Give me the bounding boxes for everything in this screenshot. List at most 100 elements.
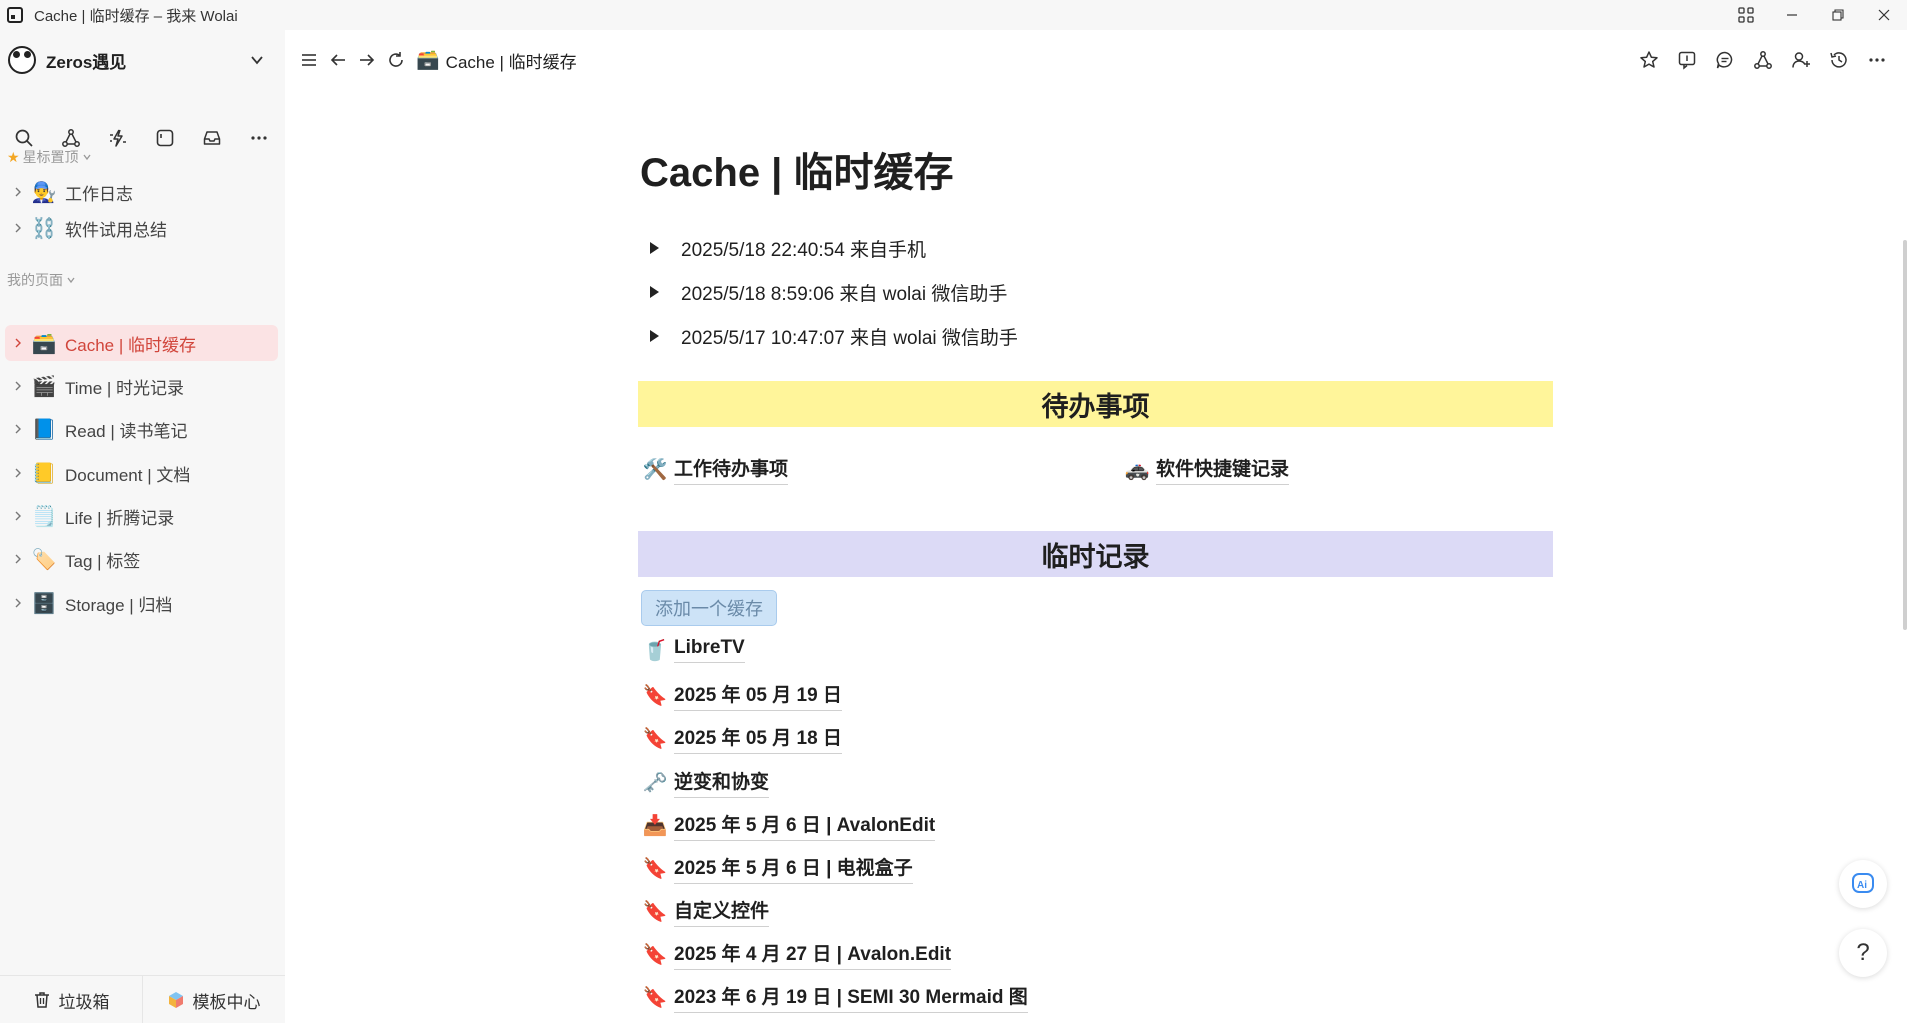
sidebar-item-tag[interactable]: 🏷️ Tag | 标签 — [5, 541, 278, 577]
close-icon[interactable] — [1861, 0, 1907, 30]
temp-records-heading: 临时记录 — [638, 531, 1553, 577]
page-link-record[interactable]: 🔖 2025 年 05 月 19 日 — [642, 680, 842, 711]
pages-section-label[interactable]: 我的页面 — [7, 270, 76, 290]
svg-text:Ai: Ai — [1857, 880, 1867, 891]
bookmark-icon: 🔖 — [642, 685, 668, 707]
toggle-triangle-icon[interactable] — [650, 330, 659, 342]
more-icon[interactable] — [1861, 42, 1893, 78]
star-icon[interactable] — [1633, 42, 1665, 78]
tag-icon: 🏷️ — [31, 548, 57, 571]
file-cabinet-icon: 🗄️ — [31, 592, 57, 615]
workspace-avatar — [8, 46, 36, 74]
sidebar-item-label: Tag | 标签 — [65, 551, 141, 571]
toggle-block[interactable]: 2025/5/18 8:59:06 来自 wolai 微信助手 — [650, 277, 1007, 307]
card-box-icon: 🗃️ — [31, 332, 57, 355]
page-link-record[interactable]: 🔖 自定义控件 — [642, 896, 770, 927]
page-link-record[interactable]: 🥤 LibreTV — [642, 637, 745, 663]
ledger-icon: 📒 — [31, 462, 57, 485]
chevron-right-icon[interactable] — [9, 468, 27, 478]
menu-icon[interactable] — [294, 42, 323, 78]
chevron-right-icon[interactable] — [9, 338, 27, 348]
comment-icon[interactable] — [1709, 42, 1741, 78]
chevron-right-icon[interactable] — [9, 598, 27, 608]
chevron-right-icon[interactable] — [9, 381, 27, 391]
page-link-record[interactable]: 🔖 2025 年 05 月 18 日 — [642, 723, 842, 754]
present-icon[interactable] — [1671, 42, 1703, 78]
clapper-icon: 🎬 — [31, 375, 57, 398]
page-link-record[interactable]: 📥 2025 年 5 月 6 日 | AvalonEdit — [642, 810, 936, 841]
sidebar-item-label: Time | 时光记录 — [65, 378, 185, 398]
scrollbar[interactable] — [1903, 240, 1907, 630]
notepad-icon: 🗒️ — [31, 505, 57, 528]
sidebar-item-label: 工作日志 — [65, 184, 133, 204]
sidebar-footer: 垃圾箱 模板中心 — [0, 975, 285, 1023]
chevron-right-icon[interactable] — [9, 554, 27, 564]
breadcrumb[interactable]: 🗃️ Cache | 临时缓存 — [416, 48, 577, 73]
inbox-icon[interactable] — [188, 120, 235, 156]
layout-icon[interactable] — [141, 120, 188, 156]
sidebar-item-storage[interactable]: 🗄️ Storage | 归档 — [5, 585, 278, 621]
restore-icon[interactable] — [1815, 0, 1861, 30]
trash-icon — [34, 992, 49, 1008]
starred-section-label[interactable]: ★ 星标置顶 — [7, 147, 92, 167]
bookmark-icon: 🔖 — [642, 858, 668, 880]
workspace-name: Zeros遇见 — [46, 52, 127, 72]
toggle-triangle-icon[interactable] — [650, 286, 659, 298]
toggle-block[interactable]: 2025/5/18 22:40:54 来自手机 — [650, 233, 926, 263]
share-user-icon[interactable] — [1785, 42, 1817, 78]
sidebar-item-work-log[interactable]: 👨‍🔧 工作日志 — [5, 174, 278, 210]
minimize-icon[interactable] — [1769, 0, 1815, 30]
chevron-right-icon[interactable] — [9, 424, 27, 434]
sidebar-item-software-trial[interactable]: ⛓️ 软件试用总结 — [5, 210, 278, 246]
more-icon[interactable] — [235, 120, 282, 156]
cup-icon: 🥤 — [642, 639, 668, 662]
page-title[interactable]: Cache | 临时缓存 — [640, 140, 953, 198]
police-car-icon: 🚓 — [1124, 459, 1150, 481]
page-link-record[interactable]: 🔖 2025 年 4 月 27 日 | Avalon.Edit — [642, 939, 952, 970]
sidebar-item-label: 软件试用总结 — [65, 220, 167, 240]
cube-icon — [168, 992, 183, 1008]
page-link-work-todo[interactable]: 🛠️ 工作待办事项 — [642, 454, 789, 485]
add-cache-button[interactable]: 添加一个缓存 — [641, 590, 777, 626]
todo-heading: 待办事项 — [638, 381, 1553, 427]
window-titlebar: Cache | 临时缓存 – 我来 Wolai — [0, 0, 1907, 30]
ai-icon: Ai — [1852, 873, 1874, 893]
sidebar-item-cache[interactable]: 🗃️ Cache | 临时缓存 — [5, 325, 278, 361]
sidebar-item-read[interactable]: 📘 Read | 读书笔记 — [5, 411, 278, 447]
toggle-triangle-icon[interactable] — [650, 242, 659, 254]
star-icon: ★ — [7, 148, 20, 165]
history-icon[interactable] — [1823, 42, 1855, 78]
workspace-switcher[interactable]: Zeros遇见 — [0, 30, 285, 90]
sidebar-item-document[interactable]: 📒 Document | 文档 — [5, 455, 278, 491]
back-arrow-icon[interactable] — [323, 42, 352, 78]
chevron-down-icon[interactable] — [247, 50, 267, 70]
page-link-record[interactable]: 🗝️ 逆变和协变 — [642, 767, 770, 798]
sidebar-item-label: Read | 读书笔记 — [65, 421, 188, 441]
inbox-tray-icon: 📥 — [642, 815, 668, 837]
ai-assistant-button[interactable]: Ai — [1839, 860, 1887, 908]
chevron-right-icon[interactable] — [9, 223, 27, 233]
sidebar-item-time[interactable]: 🎬 Time | 时光记录 — [5, 368, 278, 404]
toggle-block[interactable]: 2025/5/17 10:47:07 来自 wolai 微信助手 — [650, 321, 1018, 351]
sidebar-item-label: Life | 折腾记录 — [65, 508, 175, 528]
trash-button[interactable]: 垃圾箱 — [0, 976, 142, 1023]
chevron-right-icon[interactable] — [9, 511, 27, 521]
chevron-down-icon — [67, 277, 75, 284]
breadcrumb-title: Cache | 临时缓存 — [445, 52, 577, 72]
template-center-button[interactable]: 模板中心 — [142, 976, 284, 1023]
page-link-record[interactable]: 🔖 2025 年 5 月 6 日 | 电视盒子 — [642, 853, 913, 884]
chevron-right-icon[interactable] — [9, 187, 27, 197]
page-link-record[interactable]: 🔖 2023 年 6 月 19 日 | SEMI 30 Mermaid 图 — [642, 982, 1028, 1013]
help-button[interactable]: ? — [1839, 929, 1887, 977]
graph-icon[interactable] — [1747, 42, 1779, 78]
forward-arrow-icon[interactable] — [352, 42, 381, 78]
page-toolbar: 🗃️ Cache | 临时缓存 — [285, 30, 1907, 90]
sidebar-item-label: Cache | 临时缓存 — [65, 335, 197, 355]
refresh-icon[interactable] — [381, 42, 410, 78]
sidebar-item-life[interactable]: 🗒️ Life | 折腾记录 — [5, 498, 278, 534]
tools-icon: 🛠️ — [642, 459, 668, 481]
apps-grid-icon[interactable] — [1723, 0, 1769, 30]
lightning-icon[interactable] — [94, 120, 141, 156]
sidebar-item-label: Storage | 归档 — [65, 595, 173, 615]
page-link-shortcuts[interactable]: 🚓 软件快捷键记录 — [1124, 454, 1290, 485]
